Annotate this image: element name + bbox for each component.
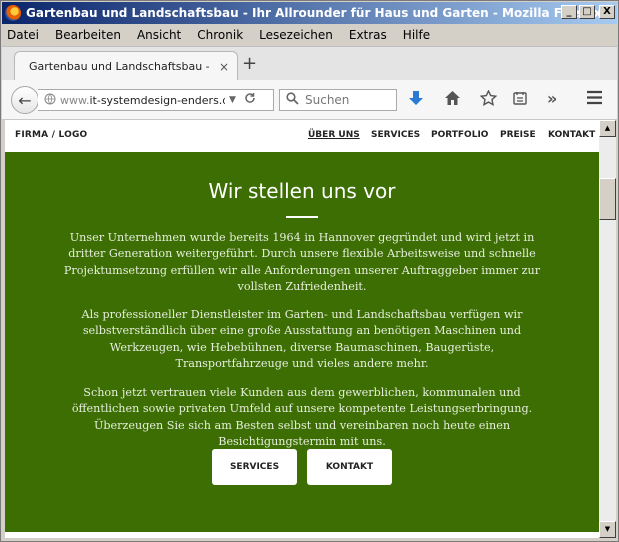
- download-icon[interactable]: [408, 90, 424, 112]
- back-arrow-icon: ←: [18, 90, 32, 110]
- browser-window: Gartenbau und Landschaftsbau - Ihr Allro…: [0, 0, 619, 542]
- firefox-logo-icon: [5, 5, 21, 21]
- home-icon[interactable]: [444, 90, 461, 110]
- menu-ansicht[interactable]: Ansicht: [137, 28, 181, 42]
- window-title: Gartenbau und Landschaftsbau - Ihr Allro…: [26, 6, 602, 20]
- vertical-scrollbar[interactable]: ▲ ▼: [599, 120, 616, 538]
- nav-portfolio[interactable]: PORTFOLIO: [431, 130, 488, 140]
- menu-bearbeiten[interactable]: Bearbeiten: [55, 28, 121, 42]
- nav-ueber-uns[interactable]: ÜBER UNS: [308, 130, 360, 140]
- scroll-down-button[interactable]: ▼: [599, 521, 616, 538]
- menu-chronik[interactable]: Chronik: [197, 28, 243, 42]
- hero-heading: Wir stellen uns vor: [208, 179, 396, 203]
- url-prefix: www.: [60, 93, 90, 107]
- maximize-button[interactable]: □: [579, 5, 595, 19]
- reload-icon[interactable]: [244, 92, 256, 108]
- menu-datei[interactable]: Datei: [7, 28, 39, 42]
- hero-paragraph-2: Als professioneller Dienstleister im Gar…: [81, 308, 523, 370]
- site-logo[interactable]: FIRMA / LOGO: [15, 130, 87, 140]
- hero-divider: [286, 216, 318, 218]
- tab-label: Gartenbau und Landschaftsbau - I...: [29, 60, 209, 73]
- new-tab-button[interactable]: +: [242, 55, 257, 73]
- url-bar[interactable]: www.it-systemdesign-enders.de/m ▼: [38, 89, 274, 111]
- site-navigation: FIRMA / LOGO ÜBER UNS SERVICES PORTFOLIO…: [5, 120, 599, 152]
- nav-services[interactable]: SERVICES: [371, 130, 420, 140]
- services-button[interactable]: SERVICES: [212, 449, 297, 485]
- scroll-up-button[interactable]: ▲: [599, 120, 616, 137]
- bookmark-star-icon[interactable]: [479, 89, 498, 110]
- back-button[interactable]: ←: [11, 86, 39, 114]
- url-dropdown-icon[interactable]: ▼: [229, 95, 236, 105]
- search-placeholder: Suchen: [305, 93, 350, 107]
- menu-lesezeichen[interactable]: Lesezeichen: [259, 28, 333, 42]
- menu-extras[interactable]: Extras: [349, 28, 387, 42]
- tab-strip: Gartenbau und Landschaftsbau - I... × +: [2, 46, 617, 81]
- hero-paragraph-1: Unser Unternehmen wurde bereits 1964 in …: [63, 231, 541, 293]
- overflow-icon[interactable]: »: [547, 90, 557, 108]
- minimize-button[interactable]: _: [561, 5, 577, 19]
- page-viewport: FIRMA / LOGO ÜBER UNS SERVICES PORTFOLIO…: [5, 120, 599, 538]
- close-button[interactable]: X: [599, 5, 615, 19]
- hero-paragraph-3: Schon jetzt vertrauen viele Kunden aus d…: [71, 386, 533, 448]
- window-controls: _ □ X: [561, 5, 615, 19]
- title-bar: Gartenbau und Landschaftsbau - Ihr Allro…: [2, 2, 617, 24]
- nav-kontakt[interactable]: KONTAKT: [548, 130, 595, 140]
- nav-toolbar: ← www.it-systemdesign-enders.de/m ▼ Such…: [2, 80, 617, 120]
- menu-hamburger-icon[interactable]: [586, 90, 603, 109]
- kontakt-button[interactable]: KONTAKT: [307, 449, 392, 485]
- menu-hilfe[interactable]: Hilfe: [403, 28, 430, 42]
- scroll-thumb[interactable]: [599, 178, 616, 220]
- hero-section: Wir stellen uns vor Unser Unternehmen wu…: [5, 152, 599, 532]
- url-domain: it-systemdesign-enders.de: [89, 93, 225, 107]
- menu-bar: Datei Bearbeiten Ansicht Chronik Lesezei…: [2, 25, 617, 45]
- search-icon: [286, 92, 299, 108]
- search-bar[interactable]: Suchen: [279, 89, 397, 111]
- tab-active[interactable]: Gartenbau und Landschaftsbau - I... ×: [14, 51, 238, 81]
- url-text: www.it-systemdesign-enders.de/m: [60, 94, 225, 107]
- nav-preise[interactable]: PREISE: [500, 130, 536, 140]
- reading-list-icon[interactable]: [512, 90, 528, 110]
- globe-icon: [44, 93, 56, 108]
- tab-close-icon[interactable]: ×: [219, 60, 229, 74]
